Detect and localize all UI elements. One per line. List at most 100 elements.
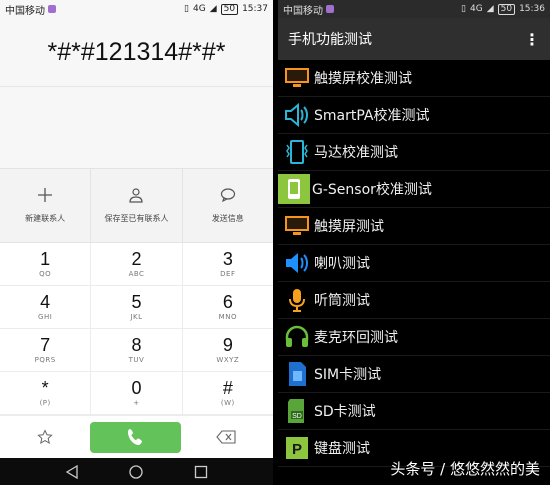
test-item-smartpa-calibration[interactable]: SmartPA校准测试 — [278, 97, 550, 134]
test-list: 触摸屏校准测试 SmartPA校准测试 马达校准测试 G-Sensor校准测试 … — [278, 60, 550, 467]
favorites-button[interactable] — [0, 429, 90, 445]
call-row — [0, 415, 273, 458]
save-to-contact-button[interactable]: 保存至已有联系人 — [91, 169, 183, 242]
key-6[interactable]: 6 MNO — [183, 286, 273, 328]
vibrate-icon: ▯ — [461, 4, 466, 14]
more-options-icon[interactable]: ⋮ — [524, 30, 540, 49]
key-letters: WXYZ — [216, 356, 240, 364]
battery-icon: 50 — [220, 3, 239, 15]
message-icon — [220, 188, 235, 203]
vibrate-icon: ▯ — [184, 4, 189, 14]
navigation-bar — [0, 458, 273, 485]
carrier-label: 中国移动 — [5, 5, 45, 17]
key-letters: PQRS — [34, 356, 56, 364]
key-letters: JKL — [130, 313, 143, 321]
network-type: 4G — [192, 4, 206, 14]
test-item-sd[interactable]: SD SD卡测试 — [278, 393, 550, 430]
back-icon[interactable] — [65, 464, 79, 479]
key-2[interactable]: 2 ABC — [91, 243, 183, 285]
test-menu-screen: 中国移动 ▯ 4G ◢ 50 15:36 手机功能测试 ⋮ 触摸屏校准测试 Sm… — [278, 0, 550, 485]
key-hash[interactable]: # (W) — [183, 372, 273, 414]
star-icon — [37, 429, 53, 444]
call-button[interactable] — [90, 421, 181, 453]
app-bar: 手机功能测试 ⋮ — [278, 18, 550, 60]
key-star[interactable]: * (P) — [0, 372, 92, 414]
key-letters: DEF — [220, 270, 236, 278]
key-letters: ABC — [128, 270, 145, 278]
test-item-gsensor-calibration[interactable]: G-Sensor校准测试 — [278, 171, 550, 208]
key-letters: (P) — [39, 399, 51, 407]
key-digit: 0 — [131, 378, 142, 398]
key-5[interactable]: 5 JKL — [91, 286, 183, 328]
send-message-label: 发送信息 — [211, 214, 244, 223]
home-icon[interactable] — [129, 464, 144, 479]
sim-card-icon — [284, 360, 310, 388]
headset-icon — [284, 323, 310, 351]
key-digit: 3 — [222, 249, 233, 269]
dial-area — [0, 86, 273, 168]
battery-icon: 50 — [497, 3, 516, 15]
signal-icon: ◢ — [209, 4, 217, 14]
key-0[interactable]: 0 + — [91, 372, 183, 414]
test-item-label: SD卡测试 — [314, 404, 376, 420]
key-digit: # — [222, 378, 233, 398]
phone-icon — [127, 429, 142, 445]
key-digit: 1 — [40, 249, 51, 269]
backspace-button[interactable] — [181, 430, 271, 444]
network-type: 4G — [469, 4, 483, 14]
dialer-actions: 新建联系人 保存至已有联系人 发送信息 — [0, 168, 273, 243]
new-contact-label: 新建联系人 — [25, 214, 66, 223]
test-item-earpiece[interactable]: 听筒测试 — [278, 282, 550, 319]
vibration-icon — [284, 138, 310, 166]
test-item-label: 触摸屏校准测试 — [314, 71, 412, 87]
key-digit: 9 — [222, 335, 233, 355]
key-letters: + — [133, 399, 140, 407]
key-digit: 6 — [222, 292, 233, 312]
status-bar: 中国移动 ▯ 4G ◢ 50 15:37 — [0, 0, 273, 18]
key-letters: GHI — [38, 313, 53, 321]
key-digit: 7 — [40, 335, 51, 355]
key-letters: MNO — [218, 313, 237, 321]
key-digit: * — [41, 378, 49, 398]
test-item-label: 触摸屏测试 — [314, 219, 384, 235]
test-item-touchscreen[interactable]: 触摸屏测试 — [278, 208, 550, 245]
dialer-screen: 中国移动 ▯ 4G ◢ 50 15:37 *#*#121314#*#* 新建联系… — [0, 0, 273, 485]
recents-icon[interactable] — [194, 465, 208, 479]
plus-icon — [38, 188, 53, 202]
save-to-contact-label: 保存至已有联系人 — [104, 214, 169, 223]
new-contact-button[interactable]: 新建联系人 — [0, 169, 92, 242]
clock: 15:36 — [519, 4, 545, 14]
key-digit: 4 — [40, 292, 51, 312]
send-message-button[interactable]: 发送信息 — [183, 169, 273, 242]
watermark: 头条号 / 悠悠然然的美 — [390, 460, 540, 478]
key-7[interactable]: 7 PQRS — [0, 329, 92, 371]
clock: 15:37 — [242, 4, 268, 14]
test-item-speaker[interactable]: 喇叭测试 — [278, 245, 550, 282]
microphone-icon — [284, 286, 310, 314]
key-8[interactable]: 8 TUV — [91, 329, 183, 371]
keyboard-p-icon: P — [284, 434, 310, 462]
test-item-label: SmartPA校准测试 — [314, 108, 430, 124]
key-4[interactable]: 4 GHI — [0, 286, 92, 328]
backspace-icon — [216, 430, 236, 444]
test-item-mic-loopback[interactable]: 麦克环回测试 — [278, 319, 550, 356]
key-digit: 2 — [131, 249, 142, 269]
key-1[interactable]: 1 QO — [0, 243, 92, 285]
key-3[interactable]: 3 DEF — [183, 243, 273, 285]
page-title: 手机功能测试 — [288, 32, 372, 48]
key-digit: 8 — [131, 335, 142, 355]
key-9[interactable]: 9 WXYZ — [183, 329, 273, 371]
test-item-label: G-Sensor校准测试 — [312, 182, 432, 198]
svg-text:P: P — [292, 441, 302, 458]
speaker-icon — [284, 101, 310, 129]
keypad: 1 QO 2 ABC 3 DEF 4 GHI 5 JKL 6 MNO 7 PQRS 8 TUV … — [0, 243, 273, 415]
test-item-touch-calibration[interactable]: 触摸屏校准测试 — [278, 60, 550, 97]
status-bar: 中国移动 ▯ 4G ◢ 50 15:36 — [278, 0, 550, 18]
test-item-motor-calibration[interactable]: 马达校准测试 — [278, 134, 550, 171]
test-item-label: 键盘测试 — [314, 441, 370, 457]
test-item-sim[interactable]: SIM卡测试 — [278, 356, 550, 393]
svg-text:SD: SD — [292, 413, 302, 420]
key-letters: (W) — [220, 399, 235, 407]
dialed-number[interactable]: *#*#121314#*#* — [0, 18, 273, 86]
key-letters: TUV — [128, 356, 145, 364]
